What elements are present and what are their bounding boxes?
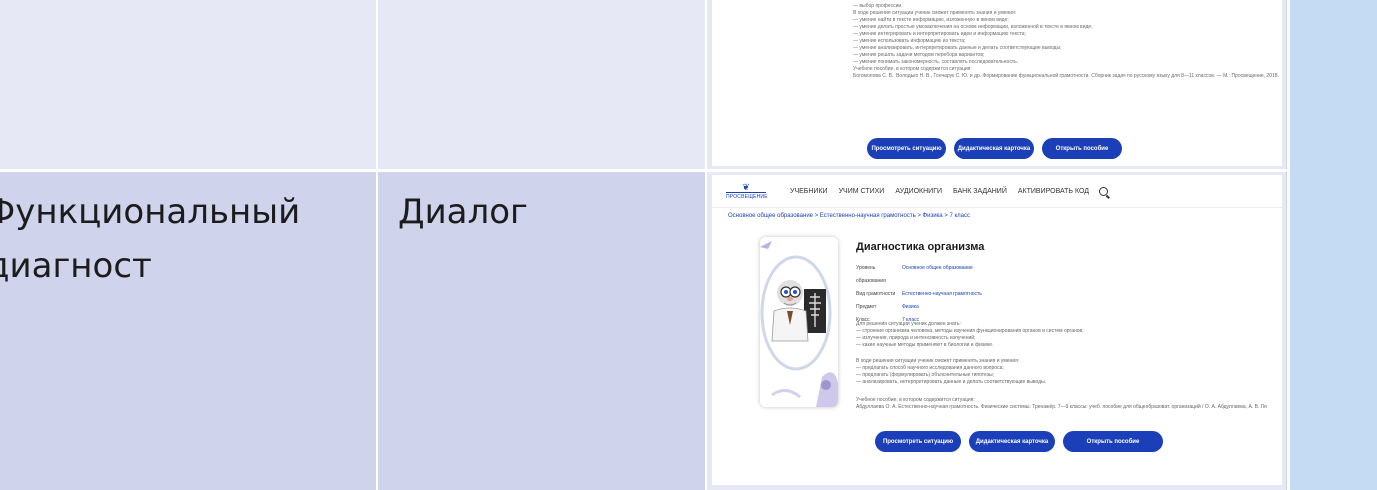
top-screenshot: — выбор профессии. В ходе решения ситуац… [712, 0, 1282, 166]
format-cell-text: Диалог [398, 192, 528, 232]
text-line: — анализировать, интерпретировать данные… [856, 379, 1047, 385]
text-line: Учебное пособие, в котором содержится си… [853, 66, 972, 72]
text-line: В ходе решения ситуации ученик сможет пр… [856, 358, 1020, 364]
text-line: — излучения, природа и интенсивность изл… [856, 335, 976, 341]
logo-icon: ❦ [742, 181, 750, 192]
info-key: Предмет [856, 304, 877, 310]
info-row: Предмет Физика [856, 301, 982, 314]
text-line: — умение использовать информацию из текс… [853, 38, 966, 44]
prosveshchenie-logo[interactable]: ❦ ПРОСВЕЩЕНИЕ [726, 181, 768, 200]
top-button-row: Просмотреть ситуацию Дидактическая карто… [867, 138, 1122, 159]
situation-cover-card [760, 237, 838, 407]
open-manual-button[interactable]: Открыть пособие [1042, 138, 1122, 159]
scientist-illustration [760, 237, 838, 407]
top-description: — выбор профессии. В ходе решения ситуац… [853, 3, 1279, 80]
side-panel [1287, 0, 1377, 490]
text-line: — какие научные методы применяют в биоло… [856, 342, 994, 348]
table-divider-vertical [705, 0, 707, 490]
info-row: Уровень образования Основное общее образ… [856, 262, 982, 288]
view-situation-button[interactable]: Просмотреть ситуацию [875, 431, 961, 452]
table-divider-horizontal [0, 169, 1287, 172]
nav-item-activate-code[interactable]: АКТИВИРОВАТЬ КОД [1018, 188, 1089, 195]
nav-item-task-bank[interactable]: БАНК ЗАДАНИЙ [953, 188, 1007, 195]
knowledge-block: Для решения ситуации ученик должен знать… [856, 321, 1084, 349]
situation-title: Диагностика организма [856, 241, 985, 253]
bottom-button-row: Просмотреть ситуацию Дидактическая карто… [875, 431, 1163, 452]
skills-block: В ходе решения ситуации ученик сможет пр… [856, 358, 1046, 386]
info-link[interactable]: Физика [902, 301, 919, 314]
didactic-card-button[interactable]: Дидактическая карточка [954, 138, 1034, 159]
text-line: Абдуллаева О. А. Естественно-научная гра… [856, 404, 1267, 410]
info-key: Уровень образования [856, 265, 886, 284]
nav-item-poems[interactable]: УЧИМ СТИХИ [839, 188, 885, 195]
text-line: — предлагать (формулировать) объяснитель… [856, 372, 994, 378]
text-line: В ходе решения ситуации ученик сможет пр… [853, 10, 1017, 16]
text-line: Учебное пособие, в котором содержится си… [856, 397, 975, 403]
info-link[interactable]: Естественно-научная грамотность [902, 288, 982, 301]
text-line: Богомолова С. В., Володько Н. В., Гончар… [853, 73, 1279, 79]
breadcrumb[interactable]: Основное общее образование > Естественно… [728, 213, 970, 219]
text-line: — умение анализировать, интерпретировать… [853, 45, 1062, 51]
text-line: — умение делать простые умозаключения на… [853, 24, 1093, 30]
text-line: — умение найти в тексте информацию, изло… [853, 17, 1009, 23]
text-line: — строение организма человека, методы из… [856, 328, 1084, 334]
table-cell-r1-c2 [378, 0, 707, 170]
didactic-card-button[interactable]: Дидактическая карточка [969, 431, 1055, 452]
info-key: Вид грамотности [856, 291, 896, 297]
text-line: — умение решать задачи методом перебора … [853, 52, 985, 58]
profession-cell-text: Функциональный диагност [0, 192, 301, 286]
bottom-screenshot: ❦ ПРОСВЕЩЕНИЕ УЧЕБНИКИ УЧИМ СТИХИ АУДИОК… [712, 175, 1282, 485]
text-line: Для решения ситуации ученик должен знать… [856, 321, 961, 327]
table-divider-vertical [376, 0, 378, 490]
info-link[interactable]: Основное общее образование [902, 262, 973, 288]
view-situation-button[interactable]: Просмотреть ситуацию [867, 138, 946, 159]
nav-item-audiobooks[interactable]: АУДИОКНИГИ [895, 188, 942, 195]
search-icon[interactable] [1099, 186, 1108, 196]
text-line: — умение понимать закономерность, состав… [853, 59, 1019, 65]
site-navbar: ❦ ПРОСВЕЩЕНИЕ УЧЕБНИКИ УЧИМ СТИХИ АУДИОК… [712, 175, 1282, 208]
open-manual-button[interactable]: Открыть пособие [1063, 431, 1163, 452]
info-row: Вид грамотности Естественно-научная грам… [856, 288, 982, 301]
nav-item-textbooks[interactable]: УЧЕБНИКИ [790, 188, 828, 195]
situation-info-table: Уровень образования Основное общее образ… [856, 262, 982, 327]
table-cell-r1-c1 [0, 0, 378, 170]
logo-text: ПРОСВЕЩЕНИЕ [726, 191, 768, 200]
text-line: — выбор профессии. [853, 3, 903, 9]
text-line: — умение интегрировать и интерпретироват… [853, 31, 1026, 37]
text-line: — предлагать способ научного исследовани… [856, 365, 1004, 371]
manual-block: Учебное пособие, в котором содержится си… [856, 397, 1267, 411]
